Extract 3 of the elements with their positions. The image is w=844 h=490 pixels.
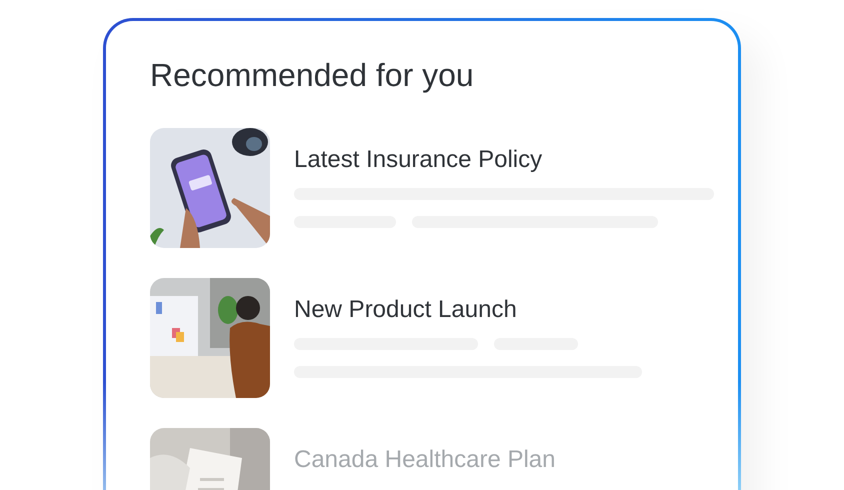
item-title[interactable]: New Product Launch bbox=[294, 296, 642, 324]
card-title: Recommended for you bbox=[150, 56, 475, 95]
item-title[interactable]: Latest Insurance Policy bbox=[294, 146, 714, 174]
